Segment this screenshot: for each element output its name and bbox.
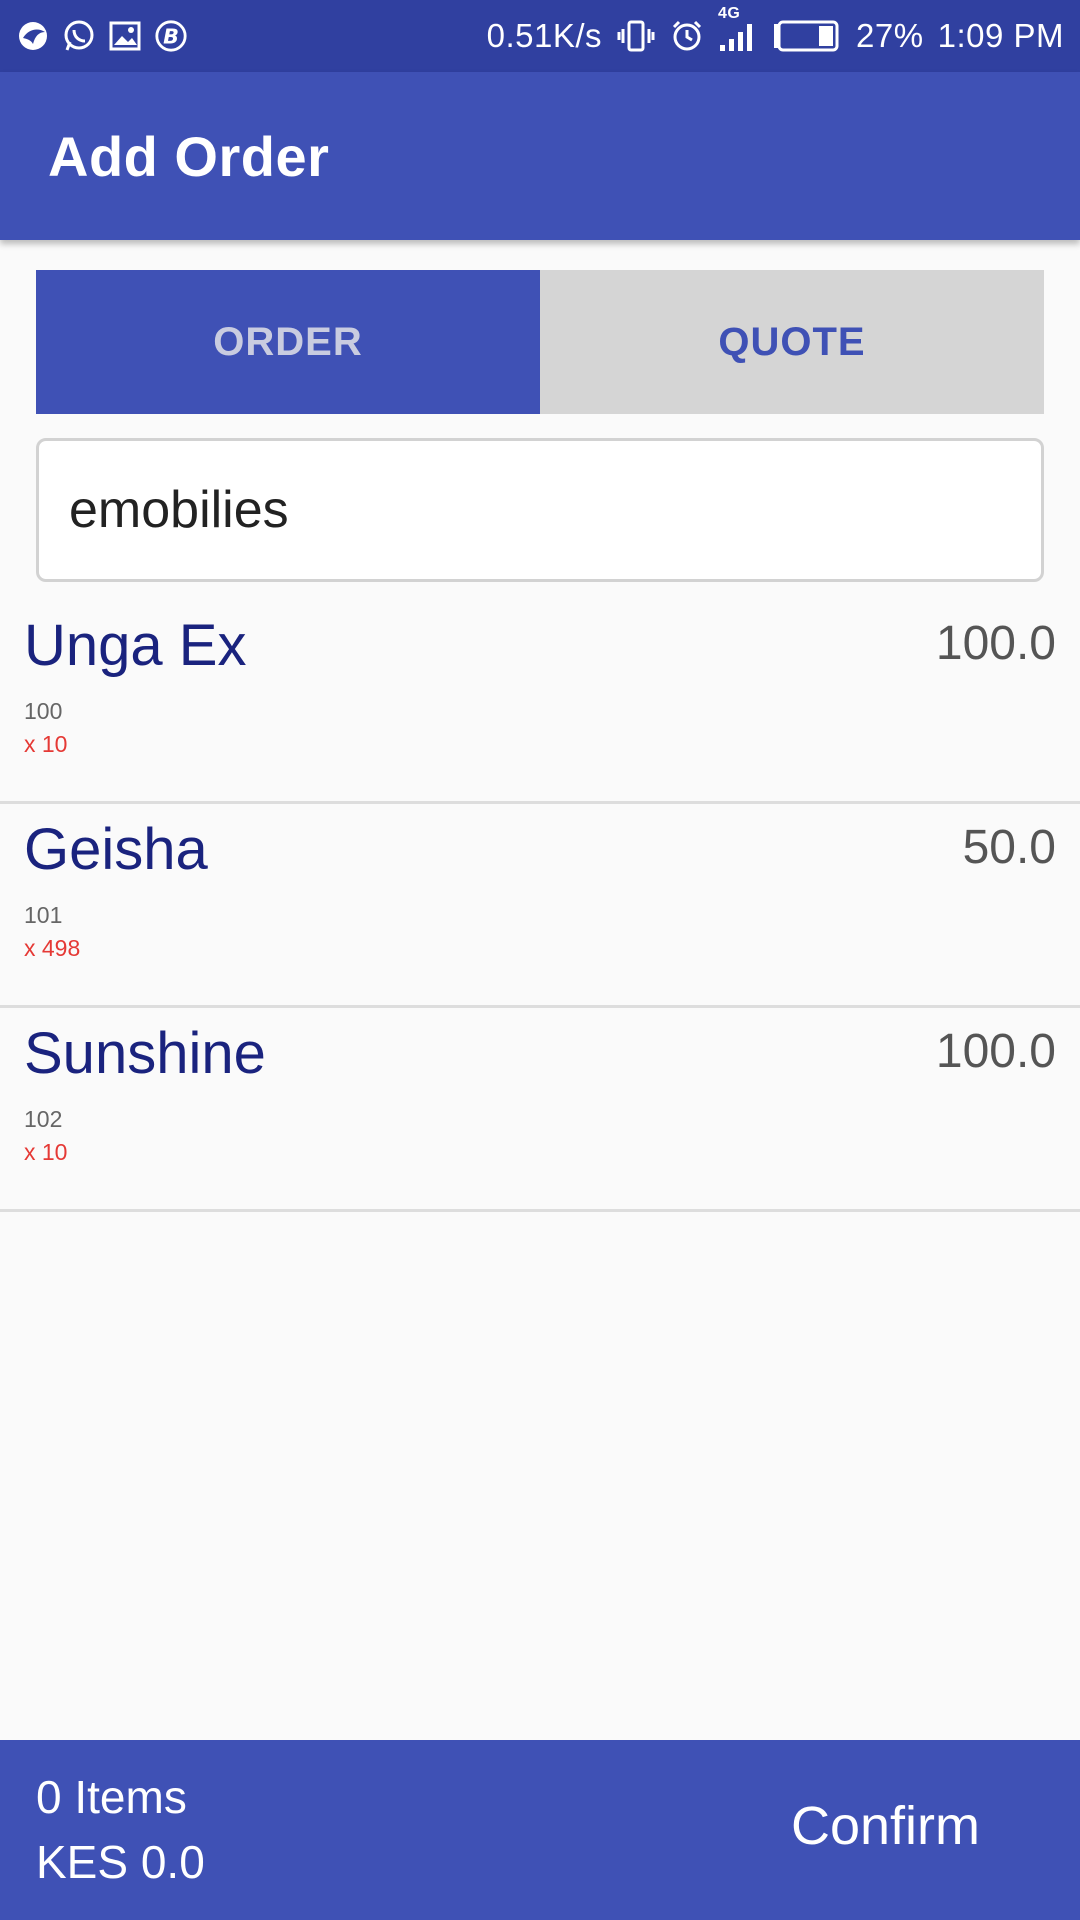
net-speed: 0.51K/s (486, 17, 603, 54)
page-title: Add Order (48, 124, 330, 188)
status-bar: B 0.51K/s 4G 27% 1:09 PM (0, 0, 1080, 72)
product-quantity: x 10 (24, 1139, 68, 1165)
items-count: 0 Items (36, 1771, 187, 1823)
alarm-icon (670, 19, 704, 53)
product-list: Unga Ex 100 x 10 100.0 Geisha 101 x 498 … (0, 600, 1080, 1212)
tab-quote[interactable]: QUOTE (540, 270, 1044, 414)
list-item[interactable]: Sunshine 102 x 10 100.0 (0, 1008, 1080, 1212)
whatsapp-icon (62, 19, 96, 53)
total-amount: KES 0.0 (36, 1836, 205, 1888)
list-item[interactable]: Unga Ex 100 x 10 100.0 (0, 600, 1080, 804)
battery-icon (772, 19, 842, 53)
status-left-icons: B (16, 19, 188, 53)
bird-app-icon (16, 19, 50, 53)
app-bar: Add Order (0, 72, 1080, 240)
search-input[interactable] (67, 479, 1041, 541)
battery-percent: 27% (856, 17, 924, 54)
product-code: 101 (24, 902, 63, 928)
gallery-icon (108, 19, 142, 53)
order-summary-bar: 0 Items KES 0.0 Confirm (0, 1740, 1080, 1920)
product-quantity: x 10 (24, 731, 68, 757)
product-name: Geisha (24, 817, 208, 882)
product-name: Unga Ex (24, 613, 247, 678)
product-price: 100.0 (935, 1025, 1056, 1078)
product-code: 102 (24, 1106, 63, 1132)
status-right: 0.51K/s 4G 27% 1:09 PM (486, 5, 1064, 55)
b-circle-icon: B (154, 19, 188, 53)
product-price: 100.0 (935, 617, 1056, 670)
product-quantity: x 498 (24, 935, 81, 961)
tab-order[interactable]: ORDER (36, 270, 540, 414)
clock: 1:09 PM (937, 17, 1064, 54)
confirm-button[interactable]: Confirm (791, 1795, 980, 1857)
product-name: Sunshine (24, 1021, 266, 1086)
product-price: 50.0 (962, 821, 1056, 874)
list-item[interactable]: Geisha 101 x 498 50.0 (0, 804, 1080, 1008)
network-type: 4G (718, 5, 741, 22)
signal-icon: 4G (718, 5, 758, 53)
svg-text:B: B (163, 25, 179, 49)
product-code: 100 (24, 698, 63, 724)
order-type-tabs: ORDER QUOTE (36, 270, 1044, 414)
vibrate-icon (616, 19, 656, 53)
search-field (36, 438, 1044, 582)
